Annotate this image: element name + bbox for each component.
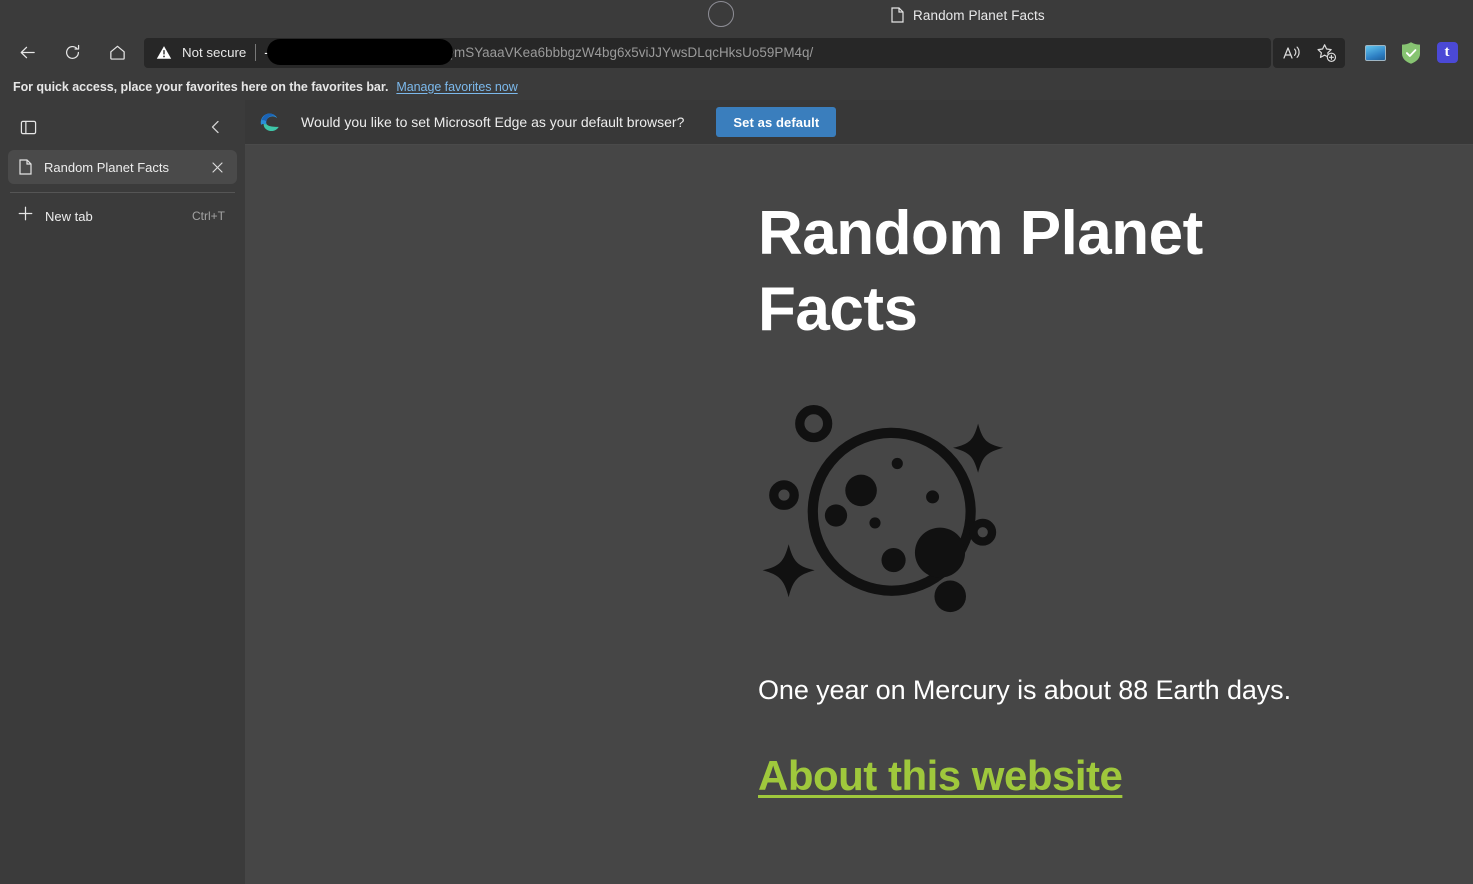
read-aloud-button[interactable] bbox=[1275, 38, 1309, 68]
new-tab-button[interactable]: New tab Ctrl+T bbox=[8, 199, 237, 233]
sidebar-item-random-planet-facts[interactable]: Random Planet Facts bbox=[8, 150, 237, 184]
page-content: Random Planet Facts One year on Mercury … bbox=[245, 145, 1473, 800]
back-arrow-icon bbox=[18, 43, 37, 62]
browser-body: Random Planet Facts New tab Ctrl+T Would… bbox=[0, 100, 1473, 884]
vertical-tabs-sidebar: Random Planet Facts New tab Ctrl+T bbox=[0, 100, 245, 884]
refresh-icon bbox=[63, 43, 82, 62]
home-icon bbox=[108, 43, 127, 62]
new-tab-shortcut: Ctrl+T bbox=[192, 209, 225, 223]
web-page: Random Planet Facts One year on Mercury … bbox=[245, 145, 1473, 884]
tab-list-icon bbox=[20, 119, 37, 136]
chevron-left-icon bbox=[208, 119, 224, 135]
add-favorite-star-icon bbox=[1316, 43, 1337, 63]
edge-logo-icon bbox=[258, 111, 281, 134]
document-icon bbox=[891, 7, 904, 23]
window-title-group: Random Planet Facts bbox=[891, 7, 1045, 23]
window-title: Random Planet Facts bbox=[913, 7, 1045, 23]
planet-fact-text: One year on Mercury is about 88 Earth da… bbox=[758, 675, 1291, 706]
adguard-shield-extension-icon bbox=[1400, 41, 1422, 65]
tab-list-button[interactable] bbox=[13, 112, 43, 142]
adguard-extension-button[interactable] bbox=[1393, 36, 1429, 70]
set-as-default-button[interactable]: Set as default bbox=[716, 107, 837, 137]
sidebar-divider bbox=[10, 192, 235, 193]
content-pane: Would you like to set Microsoft Edge as … bbox=[245, 100, 1473, 884]
read-aloud-icon bbox=[1282, 44, 1302, 62]
title-bar: Random Planet Facts bbox=[0, 0, 1473, 32]
home-button[interactable] bbox=[100, 36, 134, 70]
planet-with-stars-illustration bbox=[758, 389, 1018, 629]
omnibox-divider bbox=[255, 44, 257, 61]
browser-toolbar: Not secure -1.amazonaws.com:8080/ipfs/Qm… bbox=[0, 32, 1473, 73]
t-extension-icon: t bbox=[1436, 42, 1458, 63]
sidebar-item-label: Random Planet Facts bbox=[44, 159, 170, 175]
manage-favorites-link[interactable]: Manage favorites now bbox=[396, 80, 517, 94]
favorites-bar: For quick access, place your favorites h… bbox=[0, 73, 1473, 100]
back-button[interactable] bbox=[10, 36, 44, 70]
sidebar-empty-area bbox=[0, 233, 245, 884]
redaction-overlay bbox=[267, 38, 454, 65]
screen-capture-extension-icon bbox=[1364, 44, 1386, 61]
favorites-bar-message: For quick access, place your favorites h… bbox=[13, 79, 389, 94]
refresh-button[interactable] bbox=[55, 36, 89, 70]
close-icon[interactable] bbox=[206, 156, 228, 178]
warning-triangle-icon bbox=[156, 45, 172, 60]
toolbar-actions: t bbox=[1273, 36, 1465, 70]
plus-icon bbox=[17, 205, 34, 227]
notification-message: Would you like to set Microsoft Edge as … bbox=[301, 114, 685, 130]
document-icon bbox=[19, 159, 32, 175]
address-bar[interactable]: Not secure -1.amazonaws.com:8080/ipfs/Qm… bbox=[144, 37, 1271, 68]
t-extension-button[interactable]: t bbox=[1429, 36, 1465, 70]
security-label: Not secure bbox=[182, 45, 247, 60]
default-browser-notification: Would you like to set Microsoft Edge as … bbox=[245, 100, 1473, 145]
browser-window: Random Planet Facts Not secure:8080/ipf… bbox=[0, 0, 1473, 884]
screen-capture-extension-button[interactable] bbox=[1357, 36, 1393, 70]
omnibox-actions-group bbox=[1273, 37, 1345, 68]
profile-circle-icon[interactable] bbox=[708, 1, 734, 27]
about-this-website-link[interactable]: About this website bbox=[758, 752, 1123, 800]
collapse-sidebar-button[interactable] bbox=[201, 112, 231, 142]
url-display[interactable]: -1.amazonaws.com:8080/ipfs/QmSYaaaVKea6b… bbox=[264, 38, 1263, 68]
sidebar-header bbox=[0, 108, 245, 146]
page-title: Random Planet Facts bbox=[758, 199, 1203, 344]
site-security-indicator[interactable]: Not secure bbox=[156, 45, 255, 60]
new-tab-label: New tab bbox=[45, 208, 93, 224]
add-favorite-button[interactable] bbox=[1309, 38, 1343, 68]
